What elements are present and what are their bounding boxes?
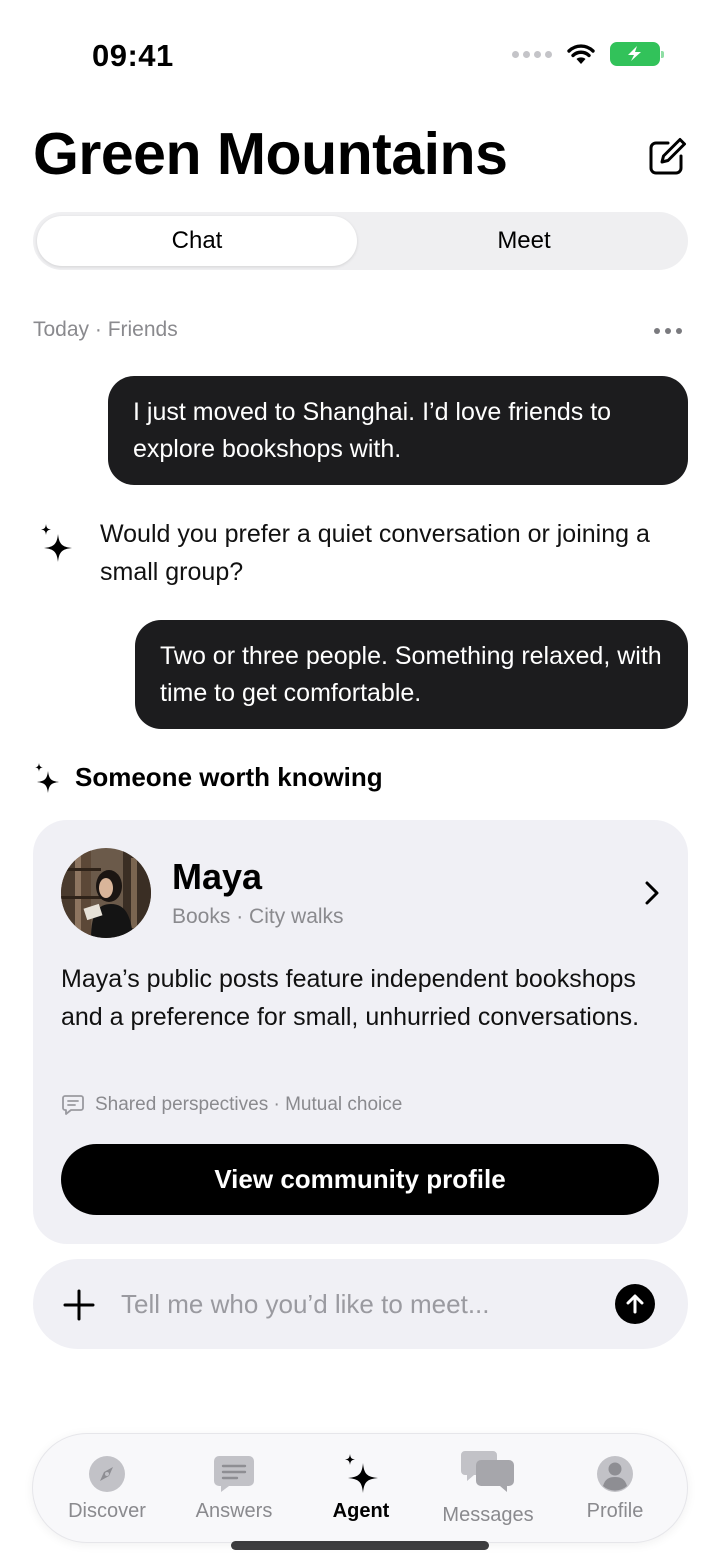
conversation-meta: Today · Friends [33,318,178,341]
send-button[interactable] [615,1284,655,1324]
match-meta-text: Shared perspectives · Mutual choice [95,1094,403,1115]
tab-agent[interactable]: Agent [297,1434,425,1544]
sparkle-icon [35,763,59,793]
match-meta: Shared perspectives · Mutual choice [61,1094,402,1116]
message-text: Two or three people. Something relaxed, … [160,641,662,707]
tab-meet[interactable]: Meet [364,216,684,266]
section-title: Someone worth knowing [75,762,383,792]
battery-icon [610,42,664,66]
view-profile-button[interactable]: View community profile [61,1144,659,1215]
segmented-control: Chat Meet [33,212,688,270]
status-time: 09:41 [92,38,174,73]
tab-messages[interactable]: Messages [424,1434,552,1544]
tab-profile[interactable]: Profile [551,1434,679,1544]
tab-chat[interactable]: Chat [37,216,357,266]
tab-label: Messages [442,1504,534,1526]
status-indicators [512,42,664,66]
composer [33,1259,688,1349]
more-options-button[interactable] [654,319,688,343]
user-message-bubble: I just moved to Shanghai. I’d love frien… [108,376,688,485]
tab-bar: Discover Answers Agent Messages Profile [32,1433,688,1543]
page-title: Green Mountains [33,121,508,187]
tab-label: Profile [586,1500,644,1522]
person-tags: Books · City walks [172,905,344,928]
tab-answers[interactable]: Answers [170,1434,298,1544]
sparkle-icon [339,1454,383,1494]
message-input[interactable] [121,1283,601,1325]
message-lines-icon [212,1454,256,1494]
person-icon [593,1454,637,1494]
sparkle-icon [41,524,72,562]
person-name: Maya [172,856,263,897]
chat-bubbles-icon [460,1451,516,1492]
arrow-up-icon [626,1294,644,1314]
compose-icon [649,138,686,175]
tab-label: Agent [332,1500,390,1522]
person-description: Maya’s public posts feature independent … [61,965,640,1031]
suggestion-card[interactable]: Maya Books · City walks Maya’s public po… [33,820,688,1244]
compass-icon [85,1454,129,1494]
cellular-signal-icon [512,50,552,58]
chevron-right-icon[interactable] [641,880,663,906]
plus-icon[interactable] [63,1289,95,1321]
user-message-bubble: Two or three people. Something relaxed, … [135,620,688,729]
tab-label: Answers [195,1500,273,1522]
compose-button[interactable] [646,136,688,178]
status-bar: 09:41 [0,0,720,110]
avatar [61,848,151,938]
tab-label: Discover [68,1500,146,1522]
comment-icon [62,1095,84,1115]
home-indicator[interactable] [231,1541,489,1550]
message-text: I just moved to Shanghai. I’d love frien… [133,397,612,463]
wifi-icon [567,44,595,64]
more-dots-icon [654,328,660,334]
tab-discover[interactable]: Discover [43,1434,171,1544]
agent-message: Would you prefer a quiet conversation or… [100,520,650,586]
